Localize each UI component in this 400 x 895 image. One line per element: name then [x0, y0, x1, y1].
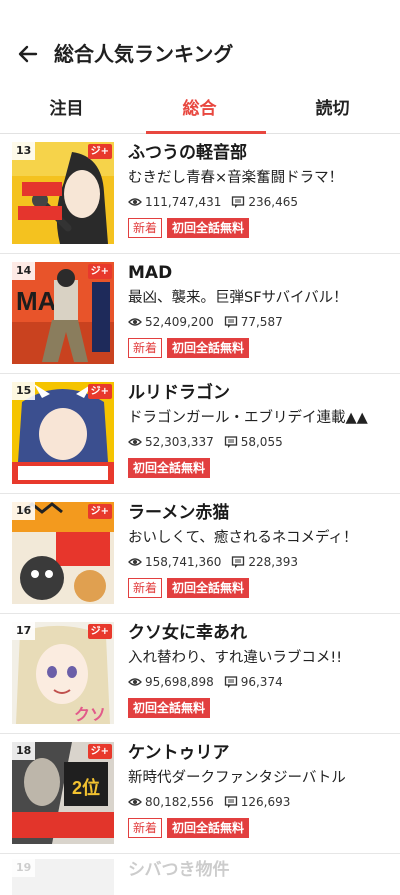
view-count: 111,747,431	[145, 195, 222, 209]
rank-label: 18	[12, 742, 36, 760]
free-badge: 初回全話無料	[167, 578, 250, 598]
list-item[interactable]: 13 ジ+ ふつうの軽音部 むきだし青春×音楽奮闘ドラマ！ 111,747,43…	[0, 134, 400, 254]
tab-overall[interactable]: 総合	[133, 88, 266, 134]
new-badge: 新着	[128, 818, 163, 838]
cover-image: 19	[12, 859, 114, 895]
rank-label: 16	[12, 502, 36, 520]
comment-count: 58,055	[240, 435, 283, 449]
series-title: MAD	[128, 263, 173, 283]
rank-label: 14	[12, 262, 36, 280]
comment-count: 126,693	[240, 795, 291, 809]
cover-image: 15 ジ+	[12, 382, 114, 484]
cover-image: 13 ジ+	[12, 142, 114, 244]
tab-oneshot[interactable]: 読切	[266, 88, 399, 134]
svg-text:2位: 2位	[72, 777, 100, 798]
back-button[interactable]	[14, 40, 42, 68]
comment-icon	[224, 436, 237, 448]
list-item[interactable]: 16 ジ+ ラーメン赤猫 おいしくて、癒されるネコメディ！ 158,741,36…	[0, 494, 400, 614]
jump-plus-logo: ジ+	[87, 504, 112, 519]
series-title: ルリドラゴン	[128, 383, 230, 403]
comment-icon	[224, 796, 237, 808]
eye-icon	[128, 318, 142, 326]
tab-featured[interactable]: 注目	[0, 88, 133, 134]
eye-icon	[128, 678, 142, 686]
view-count: 52,303,337	[145, 435, 214, 449]
list-item[interactable]: 2位 18 ジ+ ケントゥリア 新時代ダークファンタジーバトル 80,182,5…	[0, 734, 400, 854]
series-description: おいしくて、癒されるネコメディ！	[128, 530, 358, 546]
view-count: 80,182,556	[145, 795, 214, 809]
cover-image: 16 ジ+	[12, 502, 114, 604]
jump-plus-logo: ジ+	[87, 744, 112, 759]
series-title: シバつき物件	[128, 860, 230, 880]
list-item[interactable]: MA 14 ジ+ MAD 最凶、襲来。巨弾SFサバイバル！ 52,409,200…	[0, 254, 400, 374]
new-badge: 新着	[128, 218, 163, 238]
series-title: ケントゥリア	[128, 743, 230, 763]
series-title: ふつうの軽音部	[128, 143, 247, 163]
free-badge: 初回全話無料	[167, 338, 250, 358]
comment-icon	[232, 556, 245, 568]
cover-image: MA 14 ジ+	[12, 262, 114, 364]
comment-count: 77,587	[240, 315, 283, 329]
list-item[interactable]: クソ 17 ジ+ クソ女に幸あれ 入れ替わり、すれ違いラブコメ!! 95,698…	[0, 614, 400, 734]
free-badge: 初回全話無料	[128, 458, 211, 478]
series-title: ラーメン赤猫	[128, 503, 230, 523]
eye-icon	[128, 198, 142, 206]
comment-icon	[224, 676, 237, 688]
series-title: クソ女に幸あれ	[128, 623, 247, 643]
comment-icon	[224, 316, 237, 328]
ranking-list: 13 ジ+ ふつうの軽音部 むきだし青春×音楽奮闘ドラマ！ 111,747,43…	[0, 134, 400, 854]
series-description: 入れ替わり、すれ違いラブコメ!!	[128, 650, 343, 666]
rank-label: 15	[12, 382, 36, 400]
series-description: 新時代ダークファンタジーバトル	[128, 770, 346, 786]
cover-image: 2位 18 ジ+	[12, 742, 114, 844]
jump-plus-logo: ジ+	[87, 384, 112, 399]
jump-plus-logo: ジ+	[87, 624, 112, 639]
jump-plus-logo: ジ+	[87, 264, 112, 279]
new-badge: 新着	[128, 578, 163, 598]
tab-bar: 注目 総合 読切	[0, 88, 400, 134]
list-item-partial[interactable]: 19 シバつき物件	[0, 855, 400, 895]
view-count: 95,698,898	[145, 675, 214, 689]
new-badge: 新着	[128, 338, 163, 358]
comment-count: 228,393	[248, 555, 298, 569]
view-count: 158,741,360	[145, 555, 222, 569]
comment-icon	[232, 196, 245, 208]
eye-icon	[128, 558, 142, 566]
free-badge: 初回全話無料	[128, 698, 211, 718]
rank-label: 19	[12, 859, 36, 877]
rank-label: 17	[12, 622, 36, 640]
list-item[interactable]: 15 ジ+ ルリドラゴン ドラゴンガール・エブリデイ連載▲▲ 52,303,33…	[0, 374, 400, 494]
series-description: ドラゴンガール・エブリデイ連載▲▲	[128, 410, 368, 426]
svg-text:MA: MA	[16, 286, 57, 316]
free-badge: 初回全話無料	[167, 218, 250, 238]
series-description: むきだし青春×音楽奮闘ドラマ！	[128, 170, 344, 186]
comment-count: 96,374	[240, 675, 283, 689]
eye-icon	[128, 438, 142, 446]
svg-text:クソ: クソ	[74, 706, 106, 724]
eye-icon	[128, 798, 142, 806]
arrow-left-icon	[18, 45, 38, 63]
cover-image: クソ 17 ジ+	[12, 622, 114, 724]
view-count: 52,409,200	[145, 315, 214, 329]
comment-count: 236,465	[248, 195, 298, 209]
rank-label: 13	[12, 142, 36, 160]
series-description: 最凶、襲来。巨弾SFサバイバル！	[128, 290, 348, 306]
free-badge: 初回全話無料	[167, 818, 250, 838]
page-title: 総合人気ランキング	[54, 42, 234, 66]
jump-plus-logo: ジ+	[87, 144, 112, 159]
